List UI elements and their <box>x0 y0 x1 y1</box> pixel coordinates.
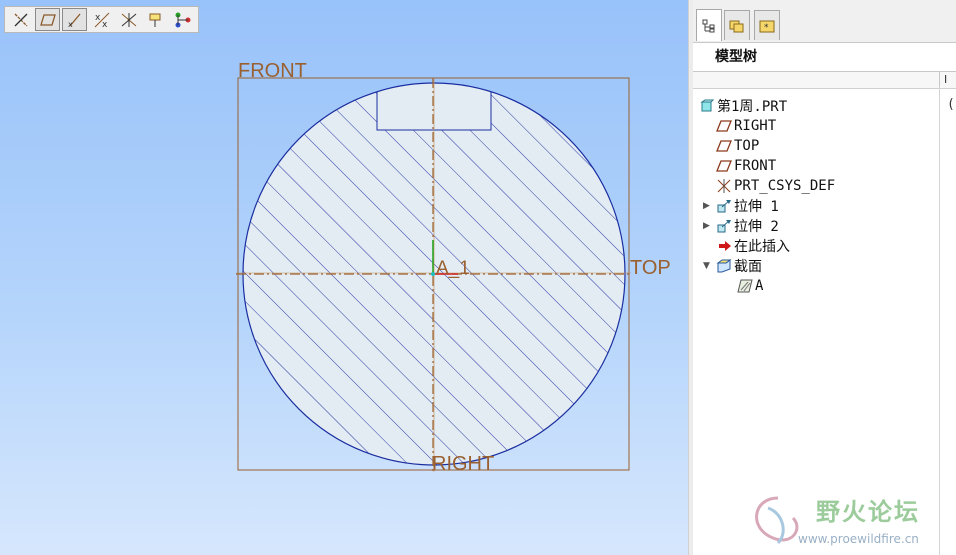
navigator-panel: * 模型树 I 第1周.PRT (- RIGHT TOP FRONT PRT_CSYS_D… <box>693 0 956 555</box>
spin-center-display-button[interactable] <box>170 8 195 31</box>
navigator-tabs: * <box>693 0 956 43</box>
graphics-viewport[interactable]: FRONT TOP RIGHT A_1 x xx <box>0 0 688 555</box>
tree-item-label: PRT_CSYS_DEF <box>734 178 836 194</box>
xsection-icon <box>737 278 753 294</box>
folder-browser-icon <box>729 20 744 32</box>
section-label: A_1 <box>436 258 470 279</box>
tree-item-label: 拉伸 1 <box>734 199 779 215</box>
datum-display-toolbar: x xx <box>4 6 199 33</box>
tree-item-9[interactable]: A <box>737 276 763 296</box>
svg-text:x: x <box>102 20 108 29</box>
tree-item-4[interactable]: PRT_CSYS_DEF <box>716 176 835 196</box>
point-tags-display-button[interactable]: xx <box>89 8 114 31</box>
tree-item-label: 截面 <box>734 259 762 275</box>
point-tags-display-icon: xx <box>94 12 109 29</box>
tree-item-8[interactable]: 截面 <box>716 256 762 276</box>
coord-sys-display-button[interactable] <box>116 8 141 31</box>
datum-plane-icon <box>716 118 732 134</box>
datum-axes-display-button[interactable] <box>8 8 33 31</box>
tree-item-label: 第1周.PRT <box>717 99 788 115</box>
tree-item-label: TOP <box>734 138 760 154</box>
front-plane-label: FRONT <box>238 60 307 82</box>
model-tree-icon <box>702 19 715 32</box>
datum-plane-icon <box>716 138 732 154</box>
annotation-display-button[interactable] <box>143 8 168 31</box>
datum-points-display-icon: x <box>68 13 80 29</box>
spin-center-display-icon <box>175 12 190 27</box>
tree-item-label: 拉伸 2 <box>734 219 779 235</box>
tree-item-1[interactable]: RIGHT <box>716 116 776 136</box>
collapsed-arrow-icon[interactable]: ▶ <box>703 201 710 211</box>
annotation-display-icon <box>149 13 160 27</box>
collapsed-arrow-icon[interactable]: ▶ <box>703 221 710 231</box>
tab-favorites[interactable]: * <box>754 10 780 40</box>
model-tree-title: 模型树 <box>693 43 956 72</box>
tree-item-5[interactable]: 拉伸 1 <box>716 196 779 216</box>
csys-origin <box>431 272 435 276</box>
tree-item-7[interactable]: 在此插入 <box>716 236 790 256</box>
tab-folder-browser[interactable] <box>724 10 750 40</box>
tree-item-label: 在此插入 <box>734 239 790 255</box>
tree-item-label: FRONT <box>734 158 777 174</box>
tree-item-0[interactable]: 第1周.PRT <box>699 96 787 116</box>
coord-sys-display-icon <box>121 12 136 27</box>
datum-plane-icon <box>716 158 732 174</box>
expanded-arrow-icon[interactable]: ▼ <box>703 261 710 271</box>
csys-icon <box>716 178 732 194</box>
right-plane-label: RIGHT <box>432 453 494 475</box>
model-tree-column-header: I <box>693 72 956 89</box>
datum-planes-display-icon <box>39 13 56 26</box>
tree-item-label: RIGHT <box>734 118 777 134</box>
tree-item-3[interactable]: FRONT <box>716 156 776 176</box>
tree-item-6[interactable]: 拉伸 2 <box>716 216 779 236</box>
tree-item-label: A <box>755 278 764 294</box>
model-view[interactable]: FRONT TOP RIGHT A_1 <box>0 0 688 555</box>
watermark-url: www.proewildfire.cn <box>798 532 919 546</box>
section-folder-icon <box>716 258 732 274</box>
svg-text:*: * <box>764 23 769 33</box>
tab-model-tree[interactable] <box>696 9 722 41</box>
watermark-text: 野火论坛 <box>816 498 920 526</box>
favorites-icon: * <box>759 20 775 33</box>
insert-here-icon <box>716 238 732 254</box>
datum-planes-display-button[interactable] <box>35 8 60 31</box>
tree-item-2[interactable]: TOP <box>716 136 759 156</box>
extrude-icon <box>716 198 732 214</box>
tree-item-column-value: (- <box>947 97 956 112</box>
part-icon <box>699 98 715 114</box>
datum-axes-display-icon <box>14 13 27 26</box>
top-plane-label: TOP <box>630 257 671 279</box>
datum-points-display-button[interactable]: x <box>62 8 87 31</box>
svg-text:x: x <box>68 20 73 29</box>
extrude-icon <box>716 218 732 234</box>
